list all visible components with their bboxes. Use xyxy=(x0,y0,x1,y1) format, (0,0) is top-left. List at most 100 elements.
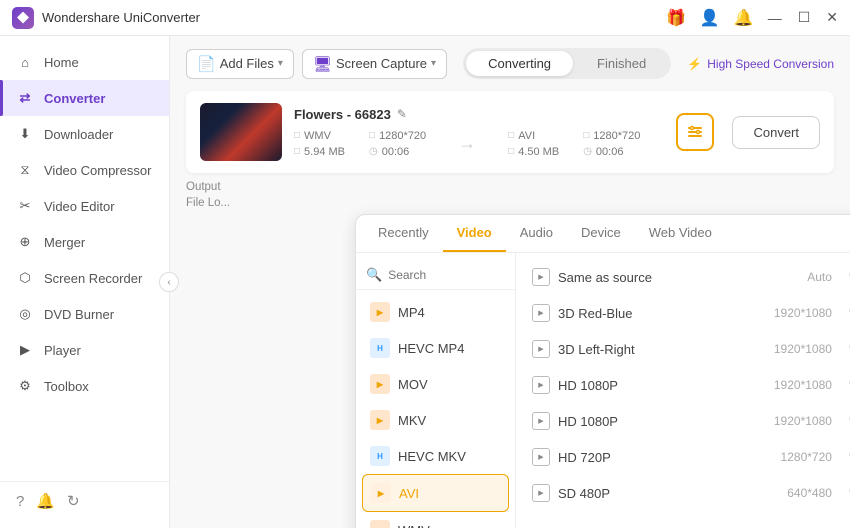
sidebar-label-dvd: DVD Burner xyxy=(44,307,114,322)
toolbar: 📄 Add Files ▾ 🖥 Screen Capture ▾ Convert… xyxy=(186,48,834,79)
tab-finished[interactable]: Finished xyxy=(575,51,668,76)
preset-name-hd-720p: HD 720P xyxy=(558,450,773,465)
mp4-icon: ▶ xyxy=(370,302,390,322)
preset-icon-hd-1080p-2 xyxy=(532,412,550,430)
format-tabs: Recently Video Audio Device Web Video xyxy=(356,215,850,253)
preset-res-sd-480p: 640*480 xyxy=(787,486,832,500)
convert-button[interactable]: Convert xyxy=(732,116,820,149)
preset-3d-red-blue[interactable]: 3D Red-Blue 1920*1080 ✎ xyxy=(516,295,850,331)
merger-icon: ⊕ xyxy=(16,233,34,251)
convert-settings-button[interactable] xyxy=(676,113,714,151)
preset-res-3d-red-blue: 1920*1080 xyxy=(774,306,832,320)
recorder-icon: ⬡ xyxy=(16,269,34,287)
file-name-edit-icon[interactable]: ✎ xyxy=(397,107,407,121)
search-icon: 🔍 xyxy=(366,267,382,283)
source-format: WMV xyxy=(304,130,331,142)
compressor-icon: ⧖ xyxy=(16,161,34,179)
format-item-mp4[interactable]: ▶ MP4 xyxy=(356,294,515,330)
format-label-mkv: MKV xyxy=(398,413,426,428)
close-button[interactable]: ✕ xyxy=(826,9,838,26)
converter-icon: ⇄ xyxy=(16,89,34,107)
preset-3d-left-right[interactable]: 3D Left-Right 1920*1080 ✎ xyxy=(516,331,850,367)
target-dur-icon: ◷ xyxy=(583,146,592,157)
maximize-button[interactable]: ☐ xyxy=(798,9,811,26)
refresh-icon[interactable]: ↻ xyxy=(67,492,80,510)
info-rows: Output File Lo... xyxy=(186,181,834,209)
add-files-button[interactable]: 📄 Add Files ▾ xyxy=(186,49,294,79)
preset-name-sd-480p: SD 480P xyxy=(558,486,779,501)
sidebar-collapse-arrow[interactable]: ‹ xyxy=(159,272,179,292)
preset-res-hd-1080p-1: 1920*1080 xyxy=(774,378,832,392)
sidebar-label-downloader: Downloader xyxy=(44,127,113,142)
gift-icon[interactable]: 🎁 xyxy=(666,8,686,28)
speed-label: ⚡ High Speed Conversion xyxy=(687,57,834,71)
source-resolution: 1280*720 xyxy=(379,130,426,142)
format-search-input[interactable] xyxy=(388,268,505,282)
format-item-mov[interactable]: ▶ MOV xyxy=(356,366,515,402)
preset-same-as-source[interactable]: Same as source Auto ✎ xyxy=(516,259,850,295)
preset-hd-1080p-1[interactable]: HD 1080P 1920*1080 ✎ xyxy=(516,367,850,403)
sidebar-item-downloader[interactable]: ⬇ Downloader xyxy=(0,116,169,152)
target-meta-2: □ 1280*720 ◷ 00:06 xyxy=(583,130,640,158)
preset-hd-720p[interactable]: HD 720P 1280*720 ✎ xyxy=(516,439,850,475)
sidebar-item-video-compressor[interactable]: ⧖ Video Compressor xyxy=(0,152,169,188)
preset-icon-3d-red-blue xyxy=(532,304,550,322)
format-item-hevc-mkv[interactable]: H HEVC MKV xyxy=(356,438,515,474)
minimize-button[interactable]: — xyxy=(768,10,782,26)
preset-icon-hd-720p xyxy=(532,448,550,466)
sidebar-item-dvd-burner[interactable]: ◎ DVD Burner xyxy=(0,296,169,332)
player-icon: ▶ xyxy=(16,341,34,359)
user-icon[interactable]: 👤 xyxy=(700,8,720,28)
sidebar-item-player[interactable]: ▶ Player xyxy=(0,332,169,368)
source-size: 5.94 MB xyxy=(304,146,345,158)
format-item-hevc-mp4[interactable]: H HEVC MP4 xyxy=(356,330,515,366)
target-duration: 00:06 xyxy=(596,146,624,158)
output-row: Output xyxy=(186,181,834,193)
notification-icon[interactable]: 🔔 xyxy=(36,492,55,510)
format-tab-video[interactable]: Video xyxy=(443,215,506,252)
format-item-mkv[interactable]: ▶ MKV xyxy=(356,402,515,438)
preset-icon-same-as-source xyxy=(532,268,550,286)
target-res-icon: □ xyxy=(583,130,589,141)
sidebar-item-toolbox[interactable]: ⚙ Toolbox xyxy=(0,368,169,404)
sidebar-label-toolbox: Toolbox xyxy=(44,379,89,394)
format-item-avi[interactable]: ▶ AVI xyxy=(362,474,509,512)
content-area: 📄 Add Files ▾ 🖥 Screen Capture ▾ Convert… xyxy=(170,36,850,528)
sidebar-label-converter: Converter xyxy=(44,91,105,106)
screen-capture-button[interactable]: 🖥 Screen Capture ▾ xyxy=(302,49,447,79)
target-meta: □ AVI □ 4.50 MB xyxy=(508,130,559,158)
source-meta: □ WMV □ 5.94 MB xyxy=(294,130,345,158)
add-files-label: Add Files xyxy=(220,56,274,71)
dvd-icon: ◎ xyxy=(16,305,34,323)
format-tab-web-video[interactable]: Web Video xyxy=(635,215,726,252)
home-icon: ⌂ xyxy=(16,53,34,71)
preset-name-hd-1080p-1: HD 1080P xyxy=(558,378,766,393)
tab-converting[interactable]: Converting xyxy=(466,51,573,76)
target-size-icon: □ xyxy=(508,146,514,157)
preset-res-hd-1080p-2: 1920*1080 xyxy=(774,414,832,428)
preset-sd-480p[interactable]: SD 480P 640*480 ✎ xyxy=(516,475,850,511)
avi-icon: ▶ xyxy=(371,483,391,503)
downloader-icon: ⬇ xyxy=(16,125,34,143)
sidebar-item-screen-recorder[interactable]: ⬡ Screen Recorder xyxy=(0,260,169,296)
format-body: 🔍 ▶ MP4 H HEVC MP4 ▶ MOV xyxy=(356,253,850,528)
arrow-icon: → xyxy=(458,133,476,154)
preset-icon-3d-left-right xyxy=(532,340,550,358)
preset-hd-1080p-2[interactable]: HD 1080P 1920*1080 ✎ xyxy=(516,403,850,439)
sidebar-bottom: ? 🔔 ↻ xyxy=(0,481,169,520)
format-list: 🔍 ▶ MP4 H HEVC MP4 ▶ MOV xyxy=(356,253,516,528)
sidebar-item-video-editor[interactable]: ✂ Video Editor xyxy=(0,188,169,224)
sidebar-item-home[interactable]: ⌂ Home xyxy=(0,44,169,80)
bell-icon[interactable]: 🔔 xyxy=(734,8,754,28)
preset-res-hd-720p: 1280*720 xyxy=(781,450,832,464)
file-thumbnail xyxy=(200,103,282,161)
sidebar-item-converter[interactable]: ⇄ Converter xyxy=(0,80,169,116)
sidebar-item-merger[interactable]: ⊕ Merger xyxy=(0,224,169,260)
format-item-wmv[interactable]: ▶ WMV xyxy=(356,512,515,528)
format-tab-device[interactable]: Device xyxy=(567,215,635,252)
help-icon[interactable]: ? xyxy=(16,493,24,510)
file-meta: □ WMV □ 5.94 MB □ 1280*720 xyxy=(294,130,664,158)
format-tab-recently[interactable]: Recently xyxy=(364,215,443,252)
format-tab-audio[interactable]: Audio xyxy=(506,215,567,252)
source-format-icon: □ xyxy=(294,130,300,141)
